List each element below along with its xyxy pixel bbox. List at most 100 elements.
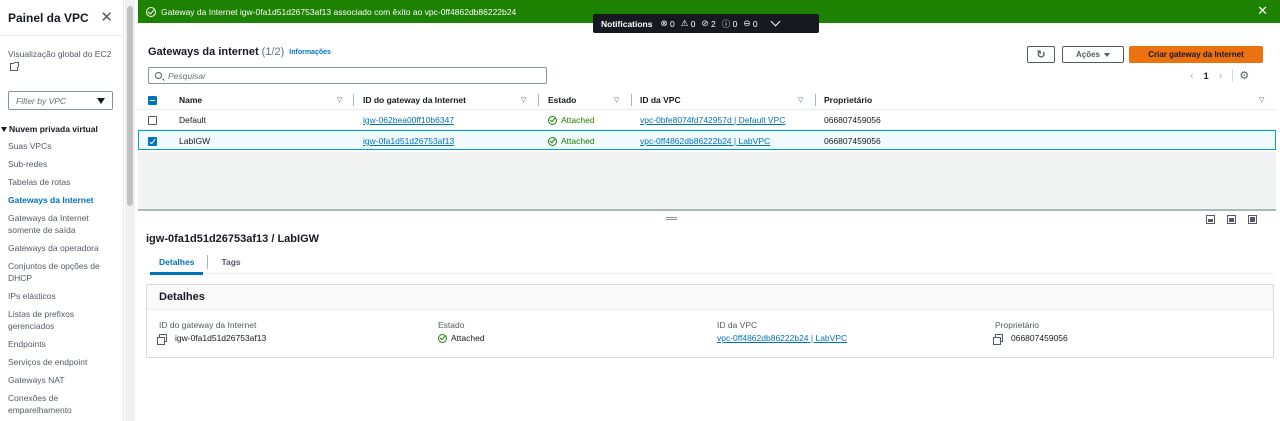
sidebar-title: Painel da VPC (8, 10, 89, 25)
close-icon[interactable]: ✕ (1257, 3, 1268, 19)
search-input[interactable]: Pesquisar (148, 67, 547, 84)
sidebar-scrollbar-thumb[interactable] (127, 6, 133, 206)
tab-details[interactable]: Detalhes (146, 250, 207, 275)
sidebar-item-prefix-lists[interactable]: Listas de prefixos gerenciados (0, 305, 123, 335)
page-number[interactable]: 1 (1204, 71, 1209, 81)
split-panel-controls (1206, 215, 1257, 224)
column-header-gateway-id[interactable]: ID do gateway da Internet (363, 90, 466, 110)
sidebar-item-your-vpcs[interactable]: Suas VPCs (0, 137, 123, 155)
sidebar-item-nat-gateways[interactable]: Gateways NAT (0, 371, 123, 389)
success-icon: ⊘ (701, 18, 709, 28)
sidebar-item-endpoint-services[interactable]: Serviços de endpoint (0, 353, 123, 371)
sort-icon[interactable]: ▽ (337, 96, 342, 104)
copy-icon[interactable] (993, 334, 1003, 345)
field-label: ID da VPC (717, 320, 758, 330)
close-icon[interactable]: ✕ (100, 10, 113, 25)
cell-vpc-id-link[interactable]: vpc-0bfe8074fd742957d | Default VPC (640, 110, 785, 130)
column-divider (353, 94, 354, 106)
row-checkbox[interactable] (148, 115, 157, 125)
vpc-id-link[interactable]: vpc-0ff4862db86222b24 | LabVPC (717, 333, 847, 343)
ec2-global-view-label: Visualização global do EC2 (8, 49, 112, 59)
sort-icon[interactable]: ▽ (1259, 96, 1264, 104)
drag-handle-icon[interactable] (666, 217, 677, 220)
column-divider (631, 94, 632, 106)
sidebar-item-dhcp-options[interactable]: Conjuntos de opções de DHCP (0, 257, 123, 287)
create-internet-gateway-button[interactable]: Criar gateway da Internet (1129, 46, 1263, 63)
sort-icon[interactable]: ▽ (798, 96, 803, 104)
panel-bottom-icon[interactable] (1206, 215, 1215, 224)
ec2-global-view-link[interactable]: Visualização global do EC2 (0, 36, 123, 74)
chevron-down-icon[interactable] (770, 16, 780, 27)
chevron-left-icon[interactable]: ‹ (1190, 70, 1194, 82)
copy-icon[interactable] (157, 334, 167, 345)
sidebar-item-egress-only-gateways[interactable]: Gateways da Internet somente de saída (0, 209, 123, 239)
info-icon: ⓘ (721, 18, 731, 29)
sidebar-item-subnets[interactable]: Sub-redes (0, 155, 123, 173)
caret-down-icon (1104, 52, 1110, 57)
field-label: Estado (438, 320, 465, 330)
tab-tags[interactable]: Tags (207, 254, 253, 269)
sort-icon[interactable]: ▽ (521, 96, 526, 104)
flash-message: Gateway da Internet igw-0fa1d51d26753af1… (161, 6, 517, 17)
main-content: Gateways da internet (1/2) Informações ↻… (138, 36, 1280, 421)
row-checkbox-cell[interactable] (148, 131, 157, 151)
actions-button[interactable]: Ações (1062, 46, 1124, 63)
gear-icon[interactable]: ⚙ (1232, 69, 1249, 82)
refresh-icon: ↻ (1036, 49, 1046, 61)
column-header-name[interactable]: Name (179, 90, 202, 110)
vpc-filter-select[interactable]: Filter by VPC (8, 91, 113, 110)
split-panel-divider[interactable] (138, 209, 1276, 211)
sidebar-item-elastic-ips[interactable]: IPs elásticos (0, 287, 123, 305)
details-card-title: Detalhes (147, 285, 1273, 310)
vpc-filter-placeholder: Filter by VPC (16, 95, 67, 106)
sidebar-item-internet-gateways[interactable]: Gateways da Internet (0, 191, 123, 209)
details-card: Detalhes ID do gateway da Internet igw-0… (146, 284, 1274, 358)
sidebar-section-vpc[interactable]: Nuvem privada virtual (0, 124, 123, 134)
info-count: ⓘ 0 (722, 18, 738, 30)
chevron-right-icon[interactable]: › (1219, 70, 1223, 82)
field-gateway-id: ID do gateway da Internet igw-0fa1d51d26… (157, 320, 266, 345)
field-state: Estado Attached (438, 320, 485, 343)
select-all-checkbox[interactable] (148, 95, 157, 105)
select-all-checkbox-cell[interactable] (148, 90, 157, 110)
table-row-selected[interactable]: LabIGW igw-0fa1d51d26753af13 Attached vp… (138, 130, 1276, 150)
sidebar-item-peering-connections[interactable]: Conexões de emparelhamento (0, 389, 123, 419)
error-count-value: 0 (669, 18, 675, 29)
info-link[interactable]: Informações (289, 49, 331, 56)
cell-vpc-id-link[interactable]: vpc-0ff4862db86222b24 | LabVPC (640, 131, 770, 151)
sidebar-item-carrier-gateways[interactable]: Gateways da operadora (0, 239, 123, 257)
check-circle-icon (548, 115, 557, 125)
sidebar-item-route-tables[interactable]: Tabelas de rotas (0, 173, 123, 191)
cell-owner: 066807459056 (824, 115, 881, 125)
field-vpc-id: ID da VPC vpc-0ff4862db86222b24 | LabVPC (717, 320, 847, 343)
in-progress-icon: ⊖ (743, 18, 751, 28)
field-value: 066807459056 (993, 333, 1068, 345)
column-header-vpc-id[interactable]: ID da VPC (640, 90, 681, 110)
success-count: ⊘ 2 (701, 18, 715, 29)
sidebar-item-endpoints[interactable]: Endpoints (0, 335, 123, 353)
row-checkbox[interactable] (148, 136, 157, 146)
warning-icon: ⚠ (680, 18, 689, 28)
refresh-button[interactable]: ↻ (1027, 46, 1055, 63)
sort-icon[interactable]: ▽ (614, 96, 619, 104)
panel-full-icon[interactable] (1248, 215, 1257, 224)
column-header-state[interactable]: Estado (548, 90, 576, 110)
cell-gateway-id-link[interactable]: igw-0fa1d51d26753af13 (363, 131, 454, 151)
check-circle-icon (438, 333, 447, 343)
row-checkbox-cell[interactable] (148, 110, 157, 130)
caret-down-icon (1, 126, 7, 132)
field-label: Proprietário (995, 320, 1039, 330)
column-divider (815, 94, 816, 106)
in-progress-count-value: 0 (752, 18, 758, 29)
cell-owner: 066807459056 (824, 136, 881, 146)
actions-label: Ações (1075, 50, 1100, 59)
field-label: ID do gateway da Internet (159, 320, 257, 330)
external-link-icon (10, 62, 19, 71)
selection-count: (1/2) (261, 46, 285, 58)
sidebar-items: Suas VPCs Sub-redes Tabelas de rotas Gat… (0, 137, 123, 419)
notifications-bar[interactable]: Notifications ⊗ 0 ⚠ 0 ⊘ 2 ⓘ 0 ⊖ 0 (593, 14, 819, 33)
panel-side-icon[interactable] (1227, 215, 1236, 224)
cell-gateway-id-link[interactable]: igw-062bea00ff10b6347 (363, 110, 454, 130)
column-header-owner[interactable]: Proprietário (824, 90, 872, 110)
table-row[interactable]: Default igw-062bea00ff10b6347 Attached v… (138, 110, 1276, 130)
